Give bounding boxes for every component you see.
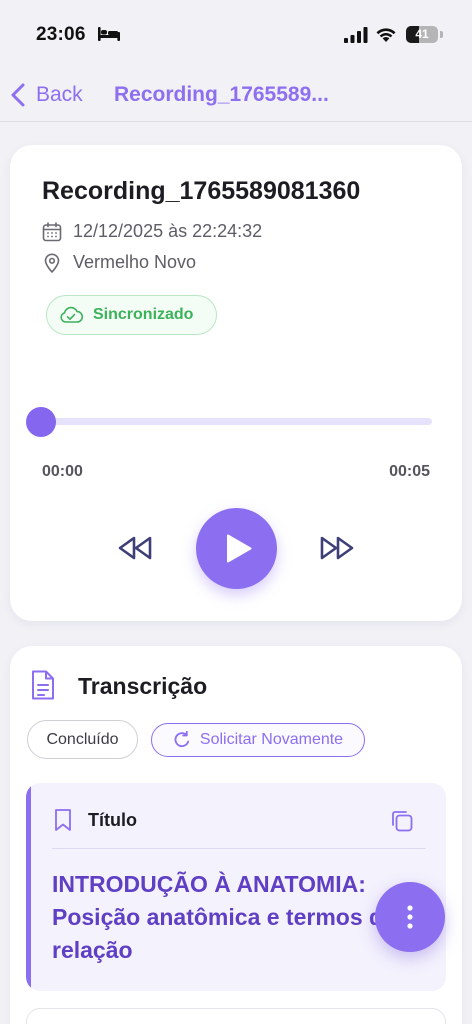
title-label: Título: [88, 810, 137, 830]
request-again-label: Solicitar Novamente: [199, 731, 344, 748]
battery-indicator: 41: [406, 26, 438, 43]
sleep-focus-icon: [98, 27, 120, 41]
navigation-bar: Back Recording_1765589...: [0, 64, 472, 122]
sync-status-badge: Sincronizado: [46, 295, 217, 335]
more-options-button[interactable]: [375, 882, 445, 952]
request-again-button[interactable]: Solicitar Novamente: [151, 723, 365, 757]
transcription-heading: Transcrição: [78, 673, 208, 699]
recording-title: Recording_1765589081360: [42, 177, 361, 205]
calendar-icon: [42, 221, 62, 241]
recording-location: Vermelho Novo: [73, 252, 197, 272]
current-time: 00:00: [42, 463, 83, 480]
title-divider: [52, 848, 426, 849]
refresh-icon: [174, 731, 190, 748]
transcription-card: Transcrição Concluído Solicitar Novament…: [10, 646, 462, 1024]
cellular-signal-icon: [344, 27, 368, 43]
back-button[interactable]: Back: [10, 80, 83, 110]
transcription-status-badge: Concluído: [27, 720, 138, 759]
document-icon: [32, 670, 54, 700]
recording-date-row: 12/12/2025 às 22:24:32: [42, 221, 262, 242]
recording-card: Recording_1765589081360 12/12/2025 às 22…: [10, 145, 462, 621]
recording-date: 12/12/2025 às 22:24:32: [73, 221, 263, 241]
play-icon: [227, 534, 252, 563]
title-accent-bar: [26, 783, 31, 991]
battery-level: 41: [415, 27, 429, 41]
page-title: Recording_1765589...: [114, 83, 329, 106]
back-label: Back: [36, 83, 83, 106]
playback-progress-thumb[interactable]: [26, 407, 56, 437]
title-section: Título INTRODUÇÃO À ANATOMIA: Posição an…: [26, 783, 446, 991]
chevron-left-icon: [11, 83, 25, 107]
status-time: 23:06: [36, 24, 86, 45]
next-section-card: [26, 1008, 446, 1024]
playback-progress-track[interactable]: [36, 418, 432, 425]
cloud-check-icon: [60, 306, 83, 323]
rewind-icon[interactable]: [116, 534, 154, 562]
more-vertical-icon: [407, 905, 413, 929]
transcription-status-label: Concluído: [46, 730, 119, 748]
copy-icon[interactable]: [390, 809, 414, 833]
fast-forward-icon[interactable]: [318, 534, 356, 562]
recording-location-row: Vermelho Novo: [42, 252, 196, 273]
transcription-title-text: INTRODUÇÃO À ANATOMIA: Posição anatômica…: [52, 871, 396, 963]
bookmark-icon: [55, 809, 71, 831]
battery-tip: [440, 31, 443, 38]
location-pin-icon: [44, 253, 60, 273]
sync-status-label: Sincronizado: [93, 306, 194, 323]
status-bar: 23:06 41: [0, 0, 472, 64]
play-button[interactable]: [196, 508, 277, 589]
wifi-icon: [376, 28, 396, 42]
total-time: 00:05: [389, 463, 430, 480]
